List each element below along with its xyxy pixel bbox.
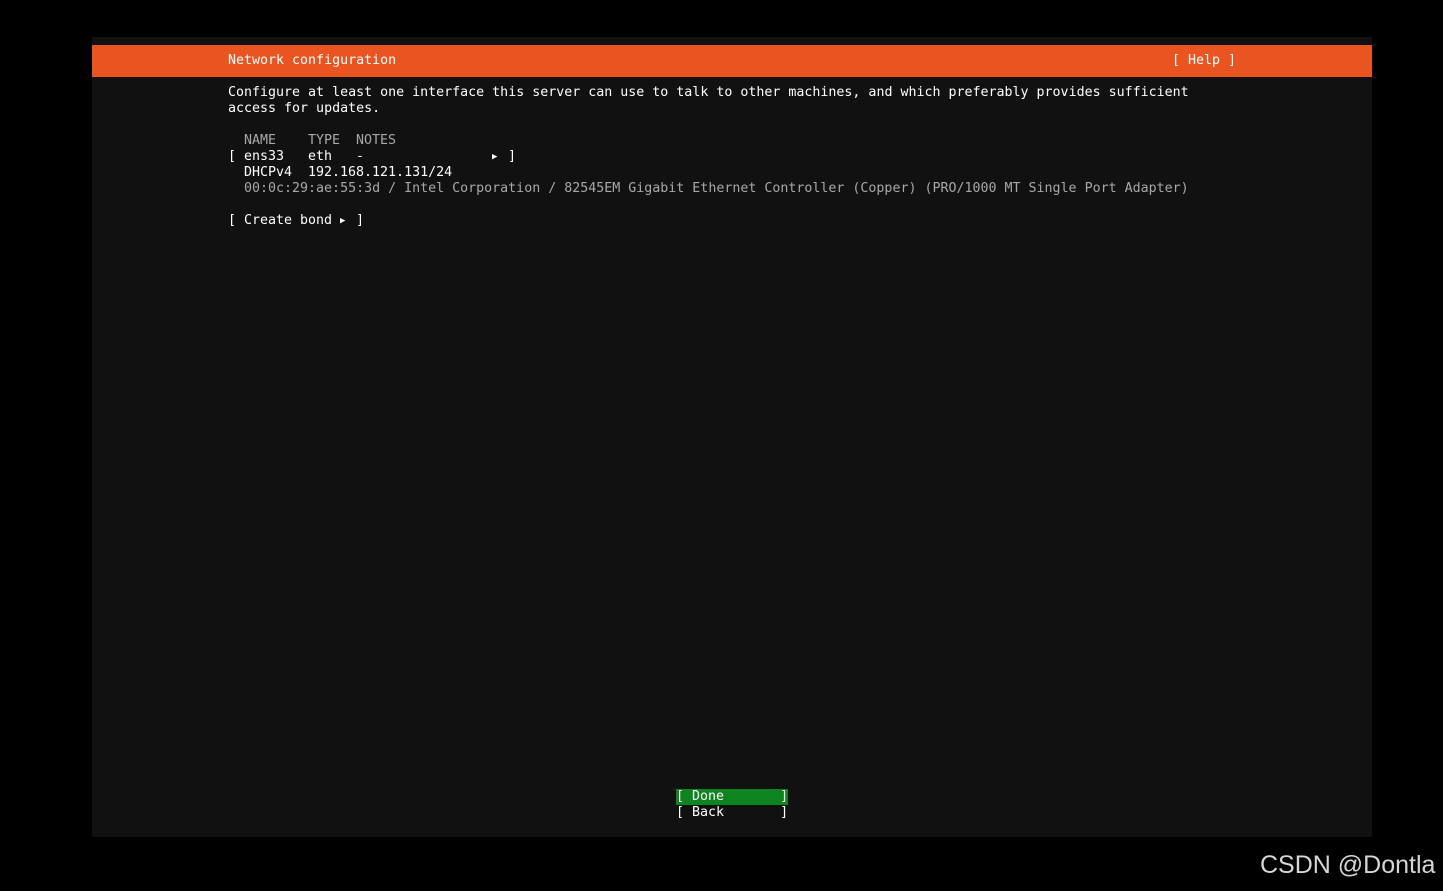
create-bond-button[interactable]: [ Create bond ▶ ] (228, 213, 364, 229)
page-title: Network configuration (228, 53, 397, 68)
watermark: CSDN @Dontla (1260, 851, 1436, 879)
interface-notes: - (356, 149, 365, 164)
installer-screen: Network configuration [ Help ] Configure… (92, 37, 1372, 837)
address-method: DHCPv4 (244, 165, 293, 180)
ip-address: 192.168.121.131/24 (308, 165, 453, 180)
help-button[interactable]: [ Help ] (1172, 53, 1236, 69)
interface-type: eth (308, 149, 333, 164)
row-close-bracket: ] (508, 149, 517, 164)
interface-name: ens33 (244, 149, 285, 164)
bond-close-bracket: ] (356, 213, 365, 228)
row-open-bracket: [ (228, 149, 237, 164)
done-button[interactable]: [ Done ] (676, 789, 788, 805)
column-header-notes: NOTES (356, 133, 397, 148)
title-bar: Network configuration [ Help ] (92, 45, 1372, 77)
bond-open-bracket: [ (228, 213, 237, 228)
interface-row-ens33[interactable]: [ ens33 eth - ▶ ] (228, 149, 516, 165)
back-button[interactable]: [ Back ] (676, 805, 788, 821)
column-header-type: TYPE (308, 133, 341, 148)
intro-line-1: Configure at least one interface this se… (228, 85, 1189, 100)
intro-line-2: access for updates. (228, 101, 381, 116)
create-bond-label: Create bond (244, 213, 333, 228)
create-bond-arrow-icon: ▶ (340, 216, 346, 226)
column-header-name: NAME (244, 133, 277, 148)
expand-arrow-icon: ▶ (492, 152, 498, 162)
hardware-info: 00:0c:29:ae:55:3d / Intel Corporation / … (244, 181, 1189, 196)
